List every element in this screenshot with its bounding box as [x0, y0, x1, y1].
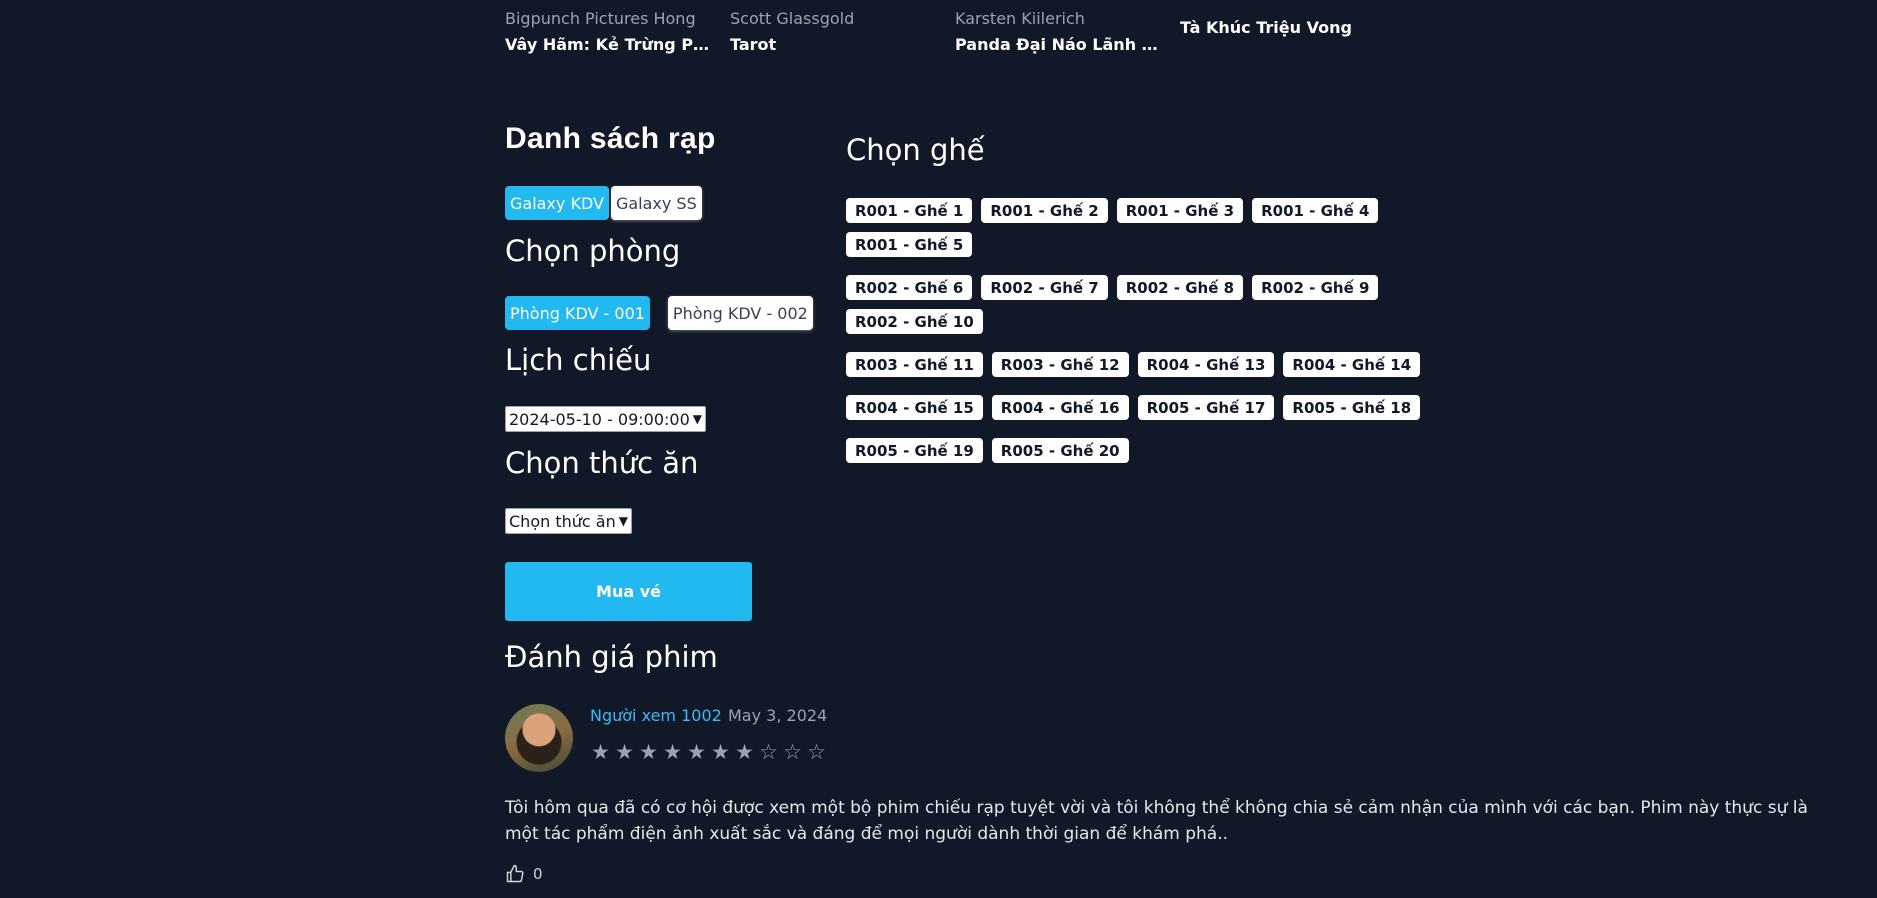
related-movie-card[interactable]: Tà Khúc Triệu Vong	[1180, 13, 1390, 39]
star-filled-icon: ★	[735, 740, 754, 764]
star-filled-icon: ★	[615, 740, 634, 764]
seat-button[interactable]: R001 - Ghế 3	[1116, 198, 1244, 223]
like-count: 0	[533, 865, 543, 883]
star-filled-icon: ★	[639, 740, 658, 764]
food-selected-value: Chọn thức ăn	[509, 511, 616, 531]
like-control[interactable]: 0	[505, 864, 543, 884]
review-text: Tôi hôm qua đã có cơ hội được xem một bộ…	[505, 798, 1808, 844]
seat-button[interactable]: R003 - Ghế 12	[991, 352, 1129, 377]
star-empty-icon: ☆	[783, 740, 802, 764]
seat-button[interactable]: R002 - Ghế 10	[846, 309, 983, 334]
buy-ticket-button[interactable]: Mua vé	[505, 562, 752, 621]
seat-button[interactable]: R005 - Ghế 18	[1283, 395, 1421, 420]
movie-title[interactable]: Tà Khúc Triệu Vong	[1180, 17, 1390, 39]
cinema-selector: Galaxy KDV Galaxy SS	[505, 186, 702, 220]
chevron-down-icon: ▼	[618, 514, 628, 528]
room-heading: Chọn phòng	[505, 234, 681, 268]
related-movie-card[interactable]: Bigpunch Pictures Hong Vây Hãm: Kẻ Trừng…	[505, 8, 715, 56]
seat-button[interactable]: R004 - Ghế 14	[1283, 352, 1421, 377]
review-heading: Đánh giá phim	[505, 640, 718, 674]
seat-button[interactable]: R004 - Ghế 13	[1137, 352, 1275, 377]
thumbs-up-icon[interactable]	[505, 864, 525, 884]
seat-button[interactable]: R005 - Ghế 20	[991, 438, 1129, 463]
room-button-kdv-001[interactable]: Phòng KDV - 001	[505, 296, 650, 330]
movie-title[interactable]: Tarot	[730, 34, 940, 56]
star-empty-icon: ☆	[807, 740, 826, 764]
seat-button[interactable]: R005 - Ghế 19	[846, 438, 983, 463]
avatar	[505, 704, 573, 772]
chevron-down-icon: ▼	[692, 412, 703, 426]
reviewer-name-link[interactable]: Người xem 1002	[590, 706, 722, 725]
star-filled-icon: ★	[591, 740, 610, 764]
seat-button[interactable]: R002 - Ghế 6	[846, 275, 973, 300]
showtime-selected-value: 2024-05-10 - 09:00:00	[509, 409, 690, 429]
seat-button[interactable]: R004 - Ghế 15	[846, 395, 983, 420]
related-movie-card[interactable]: Karsten Kiilerich Panda Đại Náo Lãnh Địa…	[955, 8, 1165, 56]
seat-button[interactable]: R002 - Ghế 7	[981, 275, 1108, 300]
star-filled-icon: ★	[663, 740, 682, 764]
showtime-select[interactable]: 2024-05-10 - 09:00:00 ▼	[505, 406, 707, 432]
movie-studio: Bigpunch Pictures Hong	[505, 9, 696, 28]
cinema-button-galaxy-kdv[interactable]: Galaxy KDV	[505, 186, 609, 220]
seat-button[interactable]: R001 - Ghế 2	[981, 198, 1108, 223]
movie-title[interactable]: Vây Hãm: Kẻ Trừng Phạt	[505, 34, 715, 56]
star-empty-icon: ☆	[759, 740, 778, 764]
star-rating: ★ ★ ★ ★ ★ ★ ★ ☆ ☆ ☆	[590, 741, 827, 763]
room-selector: Phòng KDV - 001 Phòng KDV - 002	[505, 296, 813, 330]
review-date: May 3, 2024	[728, 706, 828, 725]
star-filled-icon: ★	[711, 740, 730, 764]
seat-grid: R001 - Ghế 1 R001 - Ghế 2 R001 - Ghế 3 R…	[846, 198, 1466, 463]
room-button-kdv-002[interactable]: Phòng KDV - 002	[667, 296, 813, 330]
seat-button[interactable]: R004 - Ghế 16	[991, 395, 1129, 420]
seat-button[interactable]: R002 - Ghế 9	[1252, 275, 1379, 300]
seat-button[interactable]: R002 - Ghế 8	[1116, 275, 1244, 300]
seat-button[interactable]: R001 - Ghế 1	[846, 198, 973, 223]
movie-studio: Karsten Kiilerich	[955, 9, 1085, 28]
seat-button[interactable]: R001 - Ghế 4	[1252, 198, 1379, 223]
cinema-list-heading: Danh sách rạp	[505, 122, 716, 155]
star-filled-icon: ★	[687, 740, 706, 764]
movie-studio: Scott Glassgold	[730, 9, 855, 28]
cinema-button-galaxy-ss[interactable]: Galaxy SS	[610, 186, 702, 220]
seat-button[interactable]: R003 - Ghế 11	[846, 352, 983, 377]
seat-heading: Chọn ghế	[846, 133, 985, 167]
movie-title[interactable]: Panda Đại Náo Lãnh Địa...	[955, 34, 1165, 56]
seat-button[interactable]: R001 - Ghế 5	[846, 232, 973, 257]
related-movie-card[interactable]: Scott Glassgold Tarot	[730, 8, 940, 56]
showtime-heading: Lịch chiếu	[505, 343, 652, 377]
food-select[interactable]: Chọn thức ăn ▼	[505, 508, 632, 534]
food-heading: Chọn thức ăn	[505, 446, 699, 480]
seat-button[interactable]: R005 - Ghế 17	[1137, 395, 1275, 420]
